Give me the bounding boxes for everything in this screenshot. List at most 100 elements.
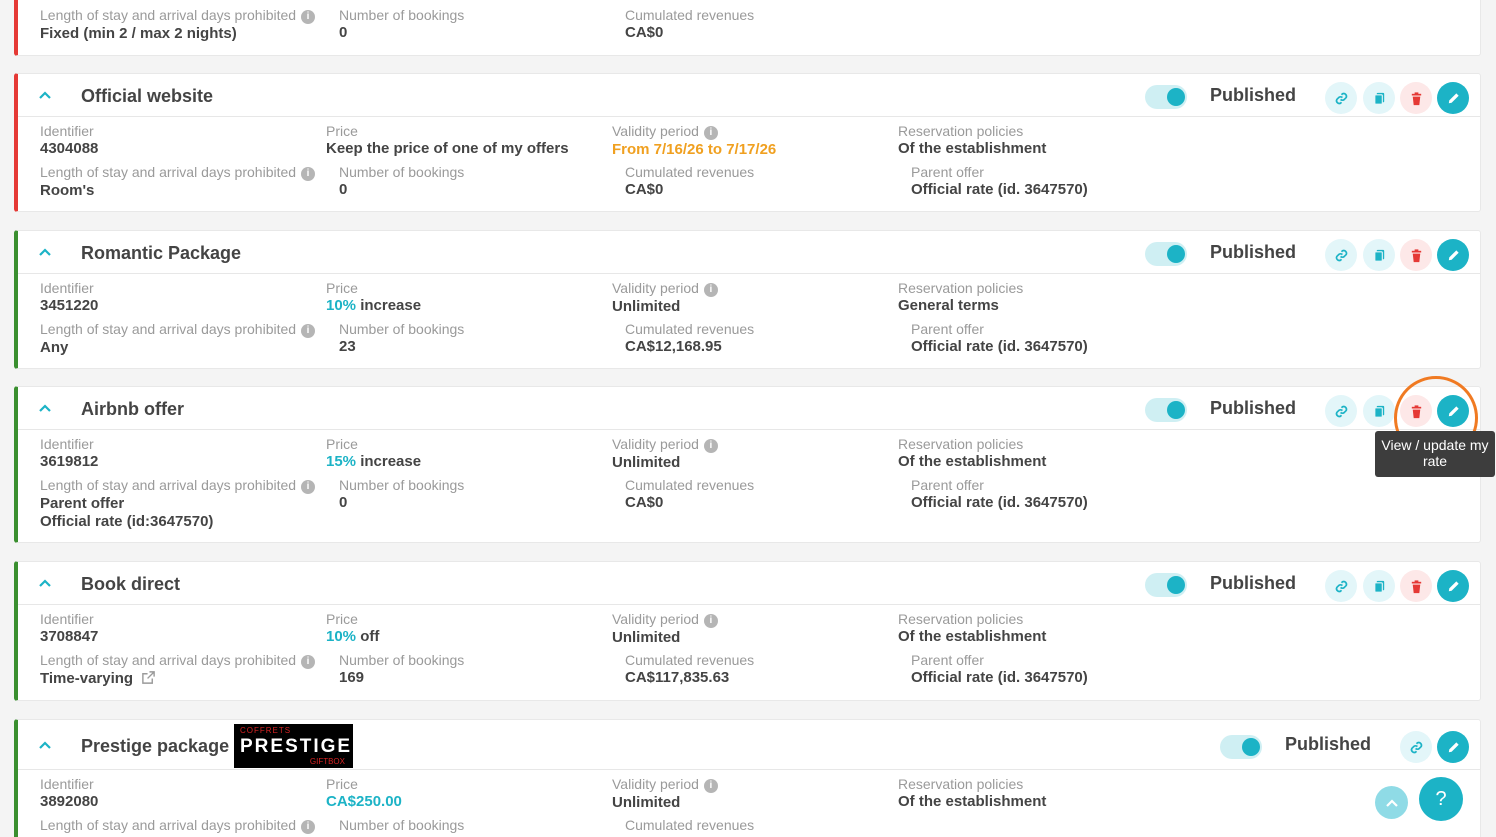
info-icon[interactable]: i xyxy=(301,820,316,834)
pencil-icon xyxy=(1448,741,1459,752)
policies-field: Reservation policies Of the establishmen… xyxy=(898,436,1046,470)
copy-button[interactable] xyxy=(1363,395,1395,427)
publish-toggle[interactable] xyxy=(1145,85,1187,109)
rate-offers-page: Length of stay and arrival days prohibit… xyxy=(0,0,1496,837)
validity-field: Validity period i Unlimited xyxy=(612,436,718,471)
chevron-up-icon[interactable] xyxy=(38,245,52,259)
bookings-label: Number of bookings xyxy=(339,321,465,337)
revenues-value: CA$0 xyxy=(625,494,664,511)
bookings-value: 0 xyxy=(339,181,348,198)
delete-button[interactable] xyxy=(1400,395,1432,427)
copy-button[interactable] xyxy=(1363,570,1395,602)
los-parent-value: Official rate (id:3647570) xyxy=(40,513,214,530)
policies-field: Reservation policies General terms xyxy=(898,280,1023,314)
copy-button[interactable] xyxy=(1363,82,1395,114)
publish-toggle[interactable] xyxy=(1145,398,1187,422)
link-button[interactable] xyxy=(1400,731,1432,763)
chevron-up-icon[interactable] xyxy=(38,401,52,415)
policies-value: Of the establishment xyxy=(898,628,1047,645)
revenues-label: Cumulated revenues xyxy=(625,321,755,337)
copy-button[interactable] xyxy=(1363,239,1395,271)
los-value: Any xyxy=(40,339,69,356)
offer-card-official-website: Official website Published Identifier 43… xyxy=(14,73,1481,212)
copy-icon xyxy=(1373,92,1384,105)
identifier-value: 4304088 xyxy=(40,140,99,157)
revenues-value: CA$0 xyxy=(625,181,664,198)
info-icon[interactable]: i xyxy=(703,283,718,297)
validity-label: Validity period i xyxy=(612,280,718,297)
price-value: Keep the price of one of my offers xyxy=(326,140,569,157)
los-field: Length of stay and arrival days prohibit… xyxy=(40,652,316,689)
validity-field: Validity period i From 7/16/26 to 7/17/26 xyxy=(612,123,776,158)
los-label: Length of stay and arrival days prohibit… xyxy=(40,652,316,669)
offer-title: Official website xyxy=(81,86,214,106)
chevron-up-icon[interactable] xyxy=(38,738,52,752)
policies-label: Reservation policies xyxy=(898,436,1024,452)
chevron-up-icon[interactable] xyxy=(38,576,52,590)
price-field: Price Keep the price of one of my offers xyxy=(326,123,569,157)
edit-button[interactable] xyxy=(1437,570,1469,602)
link-button[interactable] xyxy=(1325,82,1357,114)
info-icon[interactable]: i xyxy=(703,779,718,793)
offer-card-airbnb-offer: Airbnb offer Published Identifier 361981… xyxy=(14,386,1481,543)
parent-label: Parent offer xyxy=(911,477,984,493)
delete-button[interactable] xyxy=(1400,82,1432,114)
pencil-icon xyxy=(1448,405,1459,416)
price-field: Price 15% increase xyxy=(326,436,421,470)
publish-toggle[interactable] xyxy=(1145,242,1187,266)
validity-field: Validity period i Unlimited xyxy=(612,280,718,315)
bookings-value: 0 xyxy=(339,24,348,41)
info-icon[interactable]: i xyxy=(301,655,316,669)
price-label: Price xyxy=(326,280,358,296)
edit-button[interactable] xyxy=(1437,395,1469,427)
info-icon[interactable]: i xyxy=(301,324,316,338)
copy-icon xyxy=(1373,249,1384,262)
los-label: Length of stay and arrival days prohibit… xyxy=(40,477,316,494)
price-label: Price xyxy=(326,123,358,139)
publish-toggle[interactable] xyxy=(1220,735,1262,759)
link-button[interactable] xyxy=(1325,395,1357,427)
info-icon[interactable]: i xyxy=(301,10,316,24)
validity-value: Unlimited xyxy=(612,794,681,811)
policies-label: Reservation policies xyxy=(898,611,1024,627)
revenues-field: Cumulated revenues CA$12,168.95 xyxy=(625,321,754,355)
publish-toggle[interactable] xyxy=(1145,573,1187,597)
help-button[interactable]: ? xyxy=(1419,777,1463,821)
identifier-label: Identifier xyxy=(40,436,94,452)
status-label: Published xyxy=(1210,242,1297,262)
bookings-label: Number of bookings xyxy=(339,164,465,180)
policies-label: Reservation policies xyxy=(898,776,1024,792)
revenues-label: Cumulated revenues xyxy=(625,477,755,493)
validity-label: Validity period i xyxy=(612,123,776,140)
bookings-field: Number of bookings 169 xyxy=(339,652,464,686)
info-icon[interactable]: i xyxy=(703,126,718,140)
identifier-field: Identifier 3708847 xyxy=(40,611,98,645)
info-icon[interactable]: i xyxy=(703,439,718,453)
scroll-top-button[interactable] xyxy=(1375,786,1408,819)
pencil-icon xyxy=(1448,580,1459,591)
info-icon[interactable]: i xyxy=(301,480,316,494)
validity-field: Validity period i Unlimited xyxy=(612,776,718,811)
policies-value: General terms xyxy=(898,297,999,314)
link-button[interactable] xyxy=(1325,570,1357,602)
los-parent-label: Parent offer xyxy=(40,495,125,512)
revenues-label: Cumulated revenues xyxy=(625,7,755,23)
info-icon[interactable]: i xyxy=(703,614,718,628)
info-icon[interactable]: i xyxy=(301,167,316,181)
los-field: Length of stay and arrival days prohibit… xyxy=(40,7,316,42)
external-link-icon[interactable] xyxy=(141,670,156,689)
edit-button[interactable] xyxy=(1437,731,1469,763)
link-button[interactable] xyxy=(1325,239,1357,271)
los-label: Length of stay and arrival days prohibit… xyxy=(40,164,316,181)
bookings-value: 0 xyxy=(339,494,348,511)
offer-card-partial: Length of stay and arrival days prohibit… xyxy=(14,0,1481,56)
edit-button[interactable] xyxy=(1437,82,1469,114)
edit-button[interactable] xyxy=(1437,239,1469,271)
delete-button[interactable] xyxy=(1400,570,1432,602)
chevron-up-icon[interactable] xyxy=(38,88,52,102)
identifier-field: Identifier 3619812 xyxy=(40,436,98,470)
revenues-field: Cumulated revenues CA$0 xyxy=(625,477,754,511)
delete-button[interactable] xyxy=(1400,239,1432,271)
edit-tooltip: View / update my rate xyxy=(1375,431,1495,477)
bookings-field: Number of bookings 0 xyxy=(339,7,464,41)
